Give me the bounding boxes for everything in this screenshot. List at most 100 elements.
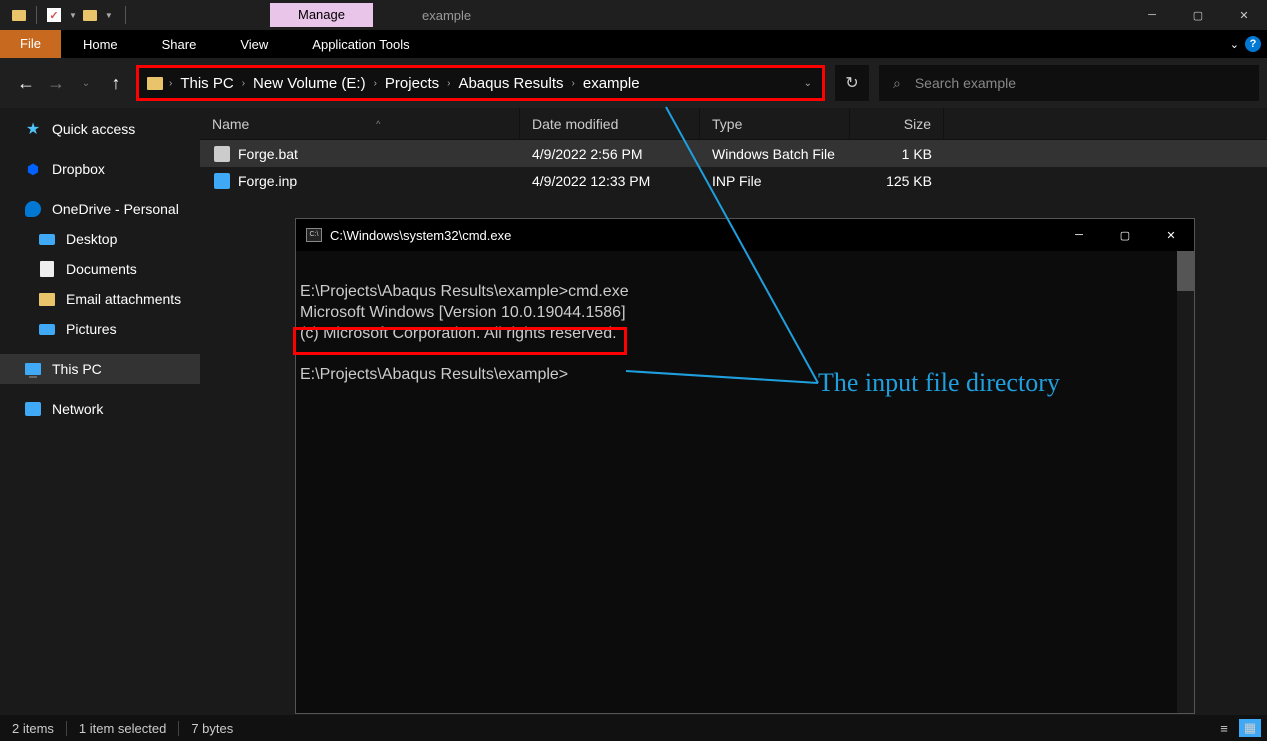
file-name: Forge.inp: [238, 173, 297, 189]
sidebar-label: Email attachments: [66, 291, 181, 307]
file-size: 1 KB: [850, 146, 944, 162]
ribbon-contextual-tab[interactable]: Manage: [270, 3, 373, 27]
tab-view[interactable]: View: [218, 37, 290, 52]
sidebar-label: Documents: [66, 261, 137, 277]
sidebar-item-email[interactable]: Email attachments: [0, 284, 200, 314]
search-placeholder: Search example: [915, 75, 1016, 91]
desktop-icon: [38, 230, 56, 248]
annotation-text: The input file directory: [818, 368, 1060, 398]
ribbon-help[interactable]: ⌄ ?: [1230, 36, 1261, 52]
navigation-row: ← → ⌄ ↑ › This PC › New Volume (E:) › Pr…: [0, 58, 1267, 108]
file-type: INP File: [700, 173, 850, 189]
minimize-button[interactable]: ─: [1129, 0, 1175, 30]
chevron-down-icon[interactable]: ⌄: [1230, 38, 1239, 51]
details-view-icon[interactable]: ≡: [1213, 719, 1235, 737]
window-title: example: [422, 8, 471, 23]
sidebar-label: Desktop: [66, 231, 117, 247]
sidebar-label: Quick access: [52, 121, 135, 137]
folder-icon: [38, 290, 56, 308]
search-icon: ⌕: [893, 75, 901, 92]
chevron-down-icon[interactable]: ▼: [105, 11, 113, 20]
new-folder-icon[interactable]: [79, 4, 101, 26]
sidebar-item-desktop[interactable]: Desktop: [0, 224, 200, 254]
sidebar-label: Dropbox: [52, 161, 105, 177]
close-button[interactable]: ✕: [1148, 219, 1194, 251]
pc-icon: [24, 360, 42, 378]
file-row[interactable]: Forge.inp 4/9/2022 12:33 PM INP File 125…: [200, 167, 1267, 194]
chevron-right-icon[interactable]: ›: [372, 78, 379, 89]
dropbox-icon: ⬢: [24, 160, 42, 178]
cmd-output[interactable]: E:\Projects\Abaqus Results\example>cmd.e…: [296, 251, 1194, 713]
maximize-button[interactable]: ▢: [1102, 219, 1148, 251]
chevron-right-icon[interactable]: ›: [240, 78, 247, 89]
status-item-count: 2 items: [12, 721, 67, 736]
folder-icon: [147, 77, 163, 90]
sidebar-item-onedrive[interactable]: OneDrive - Personal: [0, 194, 200, 224]
forward-button[interactable]: →: [46, 73, 66, 94]
cmd-titlebar[interactable]: C:\ C:\Windows\system32\cmd.exe ─ ▢ ✕: [296, 219, 1194, 251]
file-menu[interactable]: File: [0, 30, 61, 58]
breadcrumb[interactable]: › This PC › New Volume (E:) › Projects ›…: [136, 65, 825, 101]
breadcrumb-item[interactable]: New Volume (E:): [247, 75, 372, 92]
minimize-button[interactable]: ─: [1056, 219, 1102, 251]
help-icon[interactable]: ?: [1245, 36, 1261, 52]
back-button[interactable]: ←: [16, 73, 36, 94]
cmd-line: Microsoft Windows [Version 10.0.19044.15…: [300, 304, 626, 321]
network-icon: [24, 400, 42, 418]
breadcrumb-item[interactable]: Projects: [379, 75, 445, 92]
column-headers: Name^ Date modified Type Size: [200, 108, 1267, 140]
recent-dropdown[interactable]: ⌄: [76, 78, 96, 89]
quick-access-toolbar: ✓ ▼ ▼: [0, 4, 130, 26]
sidebar-label: This PC: [52, 361, 102, 377]
file-date: 4/9/2022 2:56 PM: [520, 146, 700, 162]
window-titlebar: ✓ ▼ ▼ Manage example ─ ▢ ✕: [0, 0, 1267, 30]
file-row[interactable]: Forge.bat 4/9/2022 2:56 PM Windows Batch…: [200, 140, 1267, 167]
file-size: 125 KB: [850, 173, 944, 189]
tab-application-tools[interactable]: Application Tools: [290, 37, 431, 52]
scrollbar[interactable]: [1177, 251, 1194, 713]
chevron-right-icon[interactable]: ›: [167, 78, 174, 89]
separator: [36, 6, 37, 24]
chevron-right-icon[interactable]: ›: [570, 78, 577, 89]
sort-asc-icon: ^: [376, 119, 380, 129]
cmd-icon: C:\: [306, 228, 322, 242]
column-type[interactable]: Type: [700, 108, 850, 139]
tab-share[interactable]: Share: [140, 37, 219, 52]
sidebar-item-quick-access[interactable]: ★Quick access: [0, 114, 200, 144]
tab-home[interactable]: Home: [61, 37, 140, 52]
close-button[interactable]: ✕: [1221, 0, 1267, 30]
scrollbar-thumb[interactable]: [1177, 251, 1194, 291]
properties-icon[interactable]: ✓: [43, 4, 65, 26]
breadcrumb-item[interactable]: Abaqus Results: [452, 75, 569, 92]
chevron-right-icon[interactable]: ›: [445, 78, 452, 89]
chevron-down-icon[interactable]: ▼: [69, 11, 77, 20]
sidebar-item-network[interactable]: Network: [0, 394, 200, 424]
sidebar-item-dropbox[interactable]: ⬢ Dropbox: [0, 154, 200, 184]
column-date[interactable]: Date modified: [520, 108, 700, 139]
sidebar-item-this-pc[interactable]: This PC: [0, 354, 200, 384]
cmd-title: C:\Windows\system32\cmd.exe: [330, 228, 511, 243]
file-type: Windows Batch File: [700, 146, 850, 162]
sidebar-item-documents[interactable]: Documents: [0, 254, 200, 284]
search-input[interactable]: ⌕ Search example: [879, 65, 1259, 101]
status-bytes: 7 bytes: [191, 721, 233, 736]
status-selected: 1 item selected: [79, 721, 179, 736]
up-button[interactable]: ↑: [106, 73, 126, 94]
maximize-button[interactable]: ▢: [1175, 0, 1221, 30]
breadcrumb-item[interactable]: This PC: [174, 75, 239, 92]
pictures-icon: [38, 320, 56, 338]
sidebar-item-pictures[interactable]: Pictures: [0, 314, 200, 344]
status-bar: 2 items 1 item selected 7 bytes ≡ ▦: [0, 715, 1267, 741]
onedrive-icon: [24, 200, 42, 218]
annotation-highlight: [293, 327, 627, 355]
sidebar-label: Pictures: [66, 321, 117, 337]
breadcrumb-item[interactable]: example: [577, 75, 646, 92]
sidebar-label: Network: [52, 401, 103, 417]
thumbnails-view-icon[interactable]: ▦: [1239, 719, 1261, 737]
cmd-window: C:\ C:\Windows\system32\cmd.exe ─ ▢ ✕ E:…: [295, 218, 1195, 714]
inp-file-icon: [214, 173, 230, 189]
refresh-button[interactable]: ↻: [835, 65, 869, 101]
column-name[interactable]: Name^: [200, 108, 520, 139]
history-dropdown[interactable]: ⌄: [804, 78, 812, 89]
column-size[interactable]: Size: [850, 108, 944, 139]
